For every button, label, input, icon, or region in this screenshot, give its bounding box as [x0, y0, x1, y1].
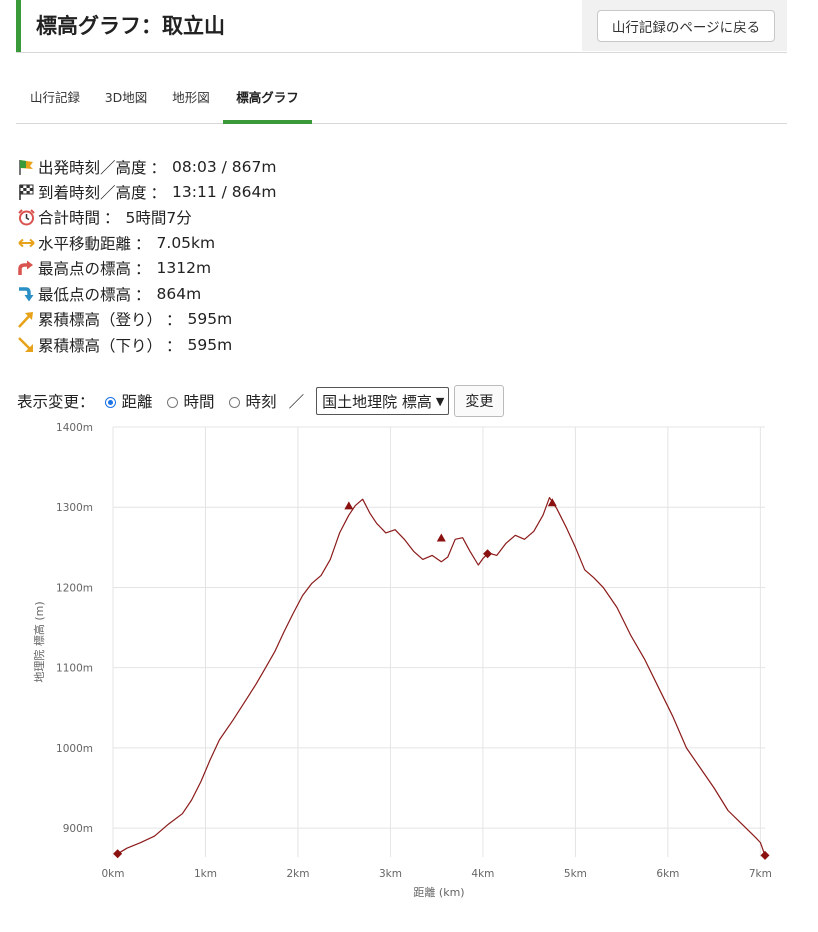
up-turn-arrow-icon [18, 260, 33, 275]
x-tick-label: 0km [102, 868, 125, 880]
header-accent-bar [16, 0, 21, 52]
x-tick-label: 7km [749, 868, 772, 880]
stat-label: 累積標高（下り） [38, 337, 163, 355]
ascent-arrow-icon [18, 312, 33, 328]
x-axis-title: 距離 (km) [413, 885, 464, 899]
start-flag-icon [19, 160, 33, 175]
stat-value: 1312m [156, 259, 212, 277]
down-turn-arrow-icon [19, 287, 34, 302]
stat-label: 水平移動距離 [38, 235, 132, 253]
stat-departure: 出発時刻／高度： 08:03 / 867m [17, 156, 276, 178]
stat-total-time: 合計時間： 5時間7分 [17, 206, 192, 228]
stat-label: 合計時間 [38, 209, 101, 227]
stat-label: 出発時刻／高度 [38, 159, 147, 177]
checkered-flag-icon [19, 184, 34, 200]
change-button[interactable]: 変更 [454, 385, 505, 417]
stat-value: 595m [187, 310, 233, 328]
radio-time-label[interactable]: 時間 [184, 390, 215, 412]
stat-cumulative-ascent: 累積標高（登り）： 595m [17, 308, 232, 330]
tab-record[interactable]: 山行記録 [28, 78, 82, 123]
stat-label: 最高点の標高 [38, 260, 132, 278]
waypoint-marker [760, 850, 770, 860]
x-tick-label: 4km [471, 868, 494, 880]
slash-separator: ／ [288, 393, 305, 411]
page: 標高グラフ：取立山 山行記録のページに戻る 山行記録 3D地図 地形図 標高グラ… [0, 0, 818, 932]
tab-3d-map[interactable]: 3D地図 [102, 78, 150, 123]
stat-value: 13:11 / 864m [172, 183, 277, 201]
stat-separator: ： [135, 286, 151, 304]
y-tick-label: 1000m [56, 743, 93, 755]
stat-separator: ： [150, 159, 167, 177]
waypoint-marker [113, 849, 123, 859]
stat-label: 累積標高（登り） [38, 311, 163, 329]
stat-horizontal-distance: 水平移動距離： 7.05km [17, 232, 215, 254]
stat-cumulative-descent: 累積標高（下り）： 595m [17, 334, 232, 356]
stat-value: 595m [187, 336, 233, 354]
page-header: 標高グラフ：取立山 山行記録のページに戻る [16, 0, 787, 53]
radio-time[interactable] [166, 396, 178, 408]
summit-marker [344, 501, 354, 510]
radio-distance[interactable] [104, 396, 116, 408]
stat-separator: ： [150, 184, 167, 202]
tab-topo-map[interactable]: 地形図 [170, 78, 212, 123]
descent-arrow-icon [18, 337, 33, 352]
elevation-chart: 900m 1000m 1100m 1200m 1300m 1400m 0km 1km 2km 3k… [32, 422, 772, 899]
x-tick-label: 6km [656, 868, 679, 880]
display-controls: 表示変更： 距離 時間 時刻 ／ 国土地理院 標高 ▼ 変更 [17, 385, 505, 417]
radio-clock[interactable] [228, 396, 240, 408]
alarm-clock-icon [18, 209, 35, 226]
chevron-down-icon: ▼ [435, 394, 445, 408]
radio-distance-label[interactable]: 距離 [122, 390, 153, 412]
y-tick-label: 1300m [56, 502, 93, 514]
stat-separator: ： [104, 209, 120, 227]
stat-separator: ： [166, 311, 182, 329]
y-tick-label: 1100m [56, 663, 93, 675]
stat-value: 08:03 / 867m [172, 158, 277, 176]
tab-elevation-graph[interactable]: 標高グラフ [223, 78, 312, 124]
y-tick-label: 1400m [56, 422, 93, 434]
radio-clock-label[interactable]: 時刻 [246, 390, 277, 412]
stat-separator: ： [135, 260, 151, 278]
stat-arrival: 到着時刻／高度： 13:11 / 864m [17, 181, 276, 203]
horizontal-arrow-icon [18, 238, 35, 248]
stat-label: 最低点の標高 [38, 286, 132, 304]
y-axis-title: 地理院 標高 (m) [32, 601, 46, 682]
summit-marker [436, 533, 446, 542]
elevation-source-select[interactable]: 国土地理院 標高 ▼ [316, 387, 450, 415]
stat-value: 7.05km [156, 234, 216, 252]
page-title: 標高グラフ：取立山 [36, 14, 225, 38]
x-tick-label: 1km [194, 868, 217, 880]
stat-value: 864m [156, 285, 202, 303]
back-button-area: 山行記録のページに戻る [582, 0, 787, 51]
y-tick-label: 1200m [56, 582, 93, 594]
stat-label: 到着時刻／高度 [38, 184, 147, 202]
back-to-record-button[interactable]: 山行記録のページに戻る [597, 10, 775, 42]
stat-separator: ： [166, 337, 182, 355]
x-tick-label: 3km [379, 868, 402, 880]
x-tick-label: 5km [564, 868, 587, 880]
stat-value: 5時間7分 [125, 209, 192, 227]
stat-separator: ： [135, 235, 151, 253]
x-tick-label: 2km [286, 868, 309, 880]
elevation-source-value: 国土地理院 標高 [322, 392, 432, 411]
tab-bar: 山行記録 3D地図 地形図 標高グラフ [16, 78, 787, 124]
y-tick-label: 900m [63, 823, 93, 835]
display-change-label: 表示変更： [17, 393, 95, 411]
stat-highest-point: 最高点の標高： 1312m [17, 257, 211, 279]
stat-lowest-point: 最低点の標高： 864m [17, 283, 201, 305]
